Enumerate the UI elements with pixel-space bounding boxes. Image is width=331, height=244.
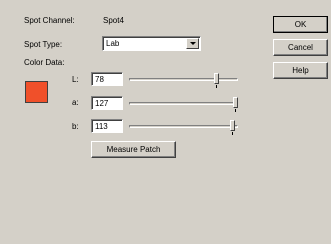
ok-button[interactable]: OK: [273, 16, 328, 33]
lab-a-slider-track[interactable]: [129, 102, 238, 105]
lab-b-slider-thumb[interactable]: [230, 120, 235, 131]
spot-type-selected-value: Lab: [106, 39, 120, 48]
lab-l-value: 78: [95, 75, 104, 84]
lab-b-value: 113: [95, 122, 108, 131]
lab-b-slider-track[interactable]: [129, 125, 238, 128]
spot-type-label: Spot Type:: [24, 40, 63, 49]
lab-a-slider-thumb[interactable]: [233, 97, 238, 108]
lab-l-slider-tick: [216, 85, 217, 88]
lab-a-label: a:: [72, 98, 79, 107]
lab-l-input[interactable]: 78: [91, 72, 123, 86]
color-data-label: Color Data:: [24, 58, 65, 67]
measure-patch-button[interactable]: Measure Patch: [91, 141, 176, 158]
lab-l-label: L:: [72, 75, 79, 84]
lab-l-slider-track[interactable]: [129, 78, 238, 81]
lab-b-input[interactable]: 113: [91, 119, 123, 133]
chevron-down-icon[interactable]: [186, 38, 199, 49]
spot-type-select[interactable]: Lab: [102, 36, 201, 51]
lab-b-label: b:: [72, 122, 79, 131]
lab-b-slider-tick: [232, 132, 233, 135]
lab-l-slider-thumb[interactable]: [214, 73, 219, 84]
lab-a-input[interactable]: 127: [91, 96, 123, 110]
spot-color-dialog: Spot Channel: Spot4 Spot Type: Lab Color…: [0, 0, 331, 244]
color-swatch: [25, 81, 48, 103]
lab-a-value: 127: [95, 99, 109, 108]
help-button[interactable]: Help: [273, 62, 328, 79]
spot-channel-value: Spot4: [103, 16, 124, 25]
cancel-button[interactable]: Cancel: [273, 39, 328, 56]
lab-a-slider-tick: [235, 109, 236, 112]
spot-channel-label: Spot Channel:: [24, 16, 75, 25]
